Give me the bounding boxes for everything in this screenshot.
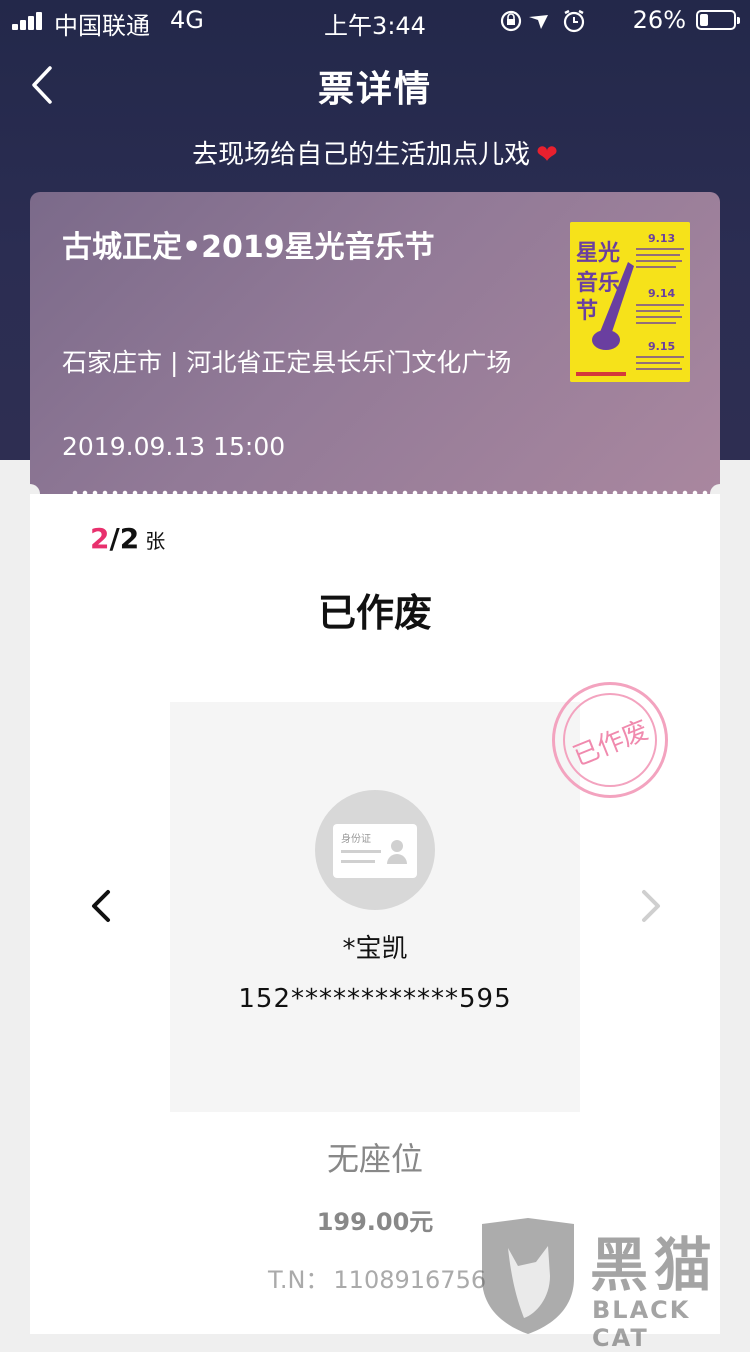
blackcat-logo-icon: [482, 1218, 574, 1334]
event-title: 古城正定•2019星光音乐节: [62, 230, 435, 265]
id-card-icon: 身份证: [315, 790, 435, 910]
battery-percent: 26%: [632, 6, 686, 34]
holder-id-number: 152************595: [238, 984, 512, 1014]
next-ticket-button[interactable]: [636, 884, 666, 928]
poster-title-line1: 星光: [576, 241, 620, 266]
event-poster[interactable]: 星光 音乐 节 9.13 9.14 9.15: [570, 222, 690, 382]
ticket-card: 2/2 张 已作废 身份证 *宝凯 152************595 已作废 …: [30, 494, 720, 1334]
status-indicators-icon: [500, 9, 585, 33]
ticket-status: 已作废: [317, 591, 432, 635]
ticket-total: /2: [109, 522, 140, 555]
seat-info: 无座位: [326, 1140, 423, 1178]
void-stamp: 已作废: [552, 682, 668, 798]
blackcat-watermark: 黑猫 BLACK CAT: [478, 1218, 750, 1352]
prev-ticket-button[interactable]: [86, 884, 116, 928]
poster-date-1: 9.13: [648, 232, 675, 245]
heart-icon: ❤: [536, 140, 558, 170]
holder-info-box: 身份证 *宝凯 152************595: [170, 702, 580, 1112]
ticket-count: 2/2 张: [90, 522, 165, 555]
holder-name: *宝凯: [342, 934, 408, 964]
ticket-current-index: 2: [90, 522, 110, 555]
watermark-cn-text: 黑猫: [590, 1231, 719, 1299]
page-title: 票详情: [317, 69, 432, 110]
id-card-label: 身份证: [341, 834, 371, 845]
poster-title-line3: 节: [576, 299, 598, 324]
ticket-number: T.N： 1108916756: [268, 1260, 486, 1295]
battery-icon: [696, 10, 740, 30]
poster-date-2: 9.14: [648, 287, 675, 300]
event-card[interactable]: 古城正定•2019星光音乐节 石家庄市 | 河北省正定县长乐门文化广场 2019…: [30, 192, 720, 496]
slogan-text: 去现场给自己的生活加点儿戏: [192, 140, 531, 170]
status-bar: 中国联通 4G 上午3:44 26%: [0, 0, 750, 40]
event-datetime: 2019.09.13 15:00: [62, 432, 286, 461]
poster-date-3: 9.15: [648, 340, 675, 353]
battery-level: [700, 14, 708, 26]
poster-image: 星光 音乐 节 9.13 9.14 9.15: [570, 222, 690, 382]
watermark-en-text: BLACK CAT: [592, 1296, 691, 1352]
ticket-unit: 张: [145, 529, 166, 553]
event-venue: 石家庄市 | 河北省正定县长乐门文化广场: [62, 348, 512, 377]
ticket-number-value: 1108916756: [333, 1266, 487, 1294]
ticket-number-label: T.N：: [268, 1266, 330, 1294]
poster-title-line2: 音乐: [576, 270, 620, 296]
slogan: 去现场给自己的生活加点儿戏 ❤: [0, 134, 750, 171]
